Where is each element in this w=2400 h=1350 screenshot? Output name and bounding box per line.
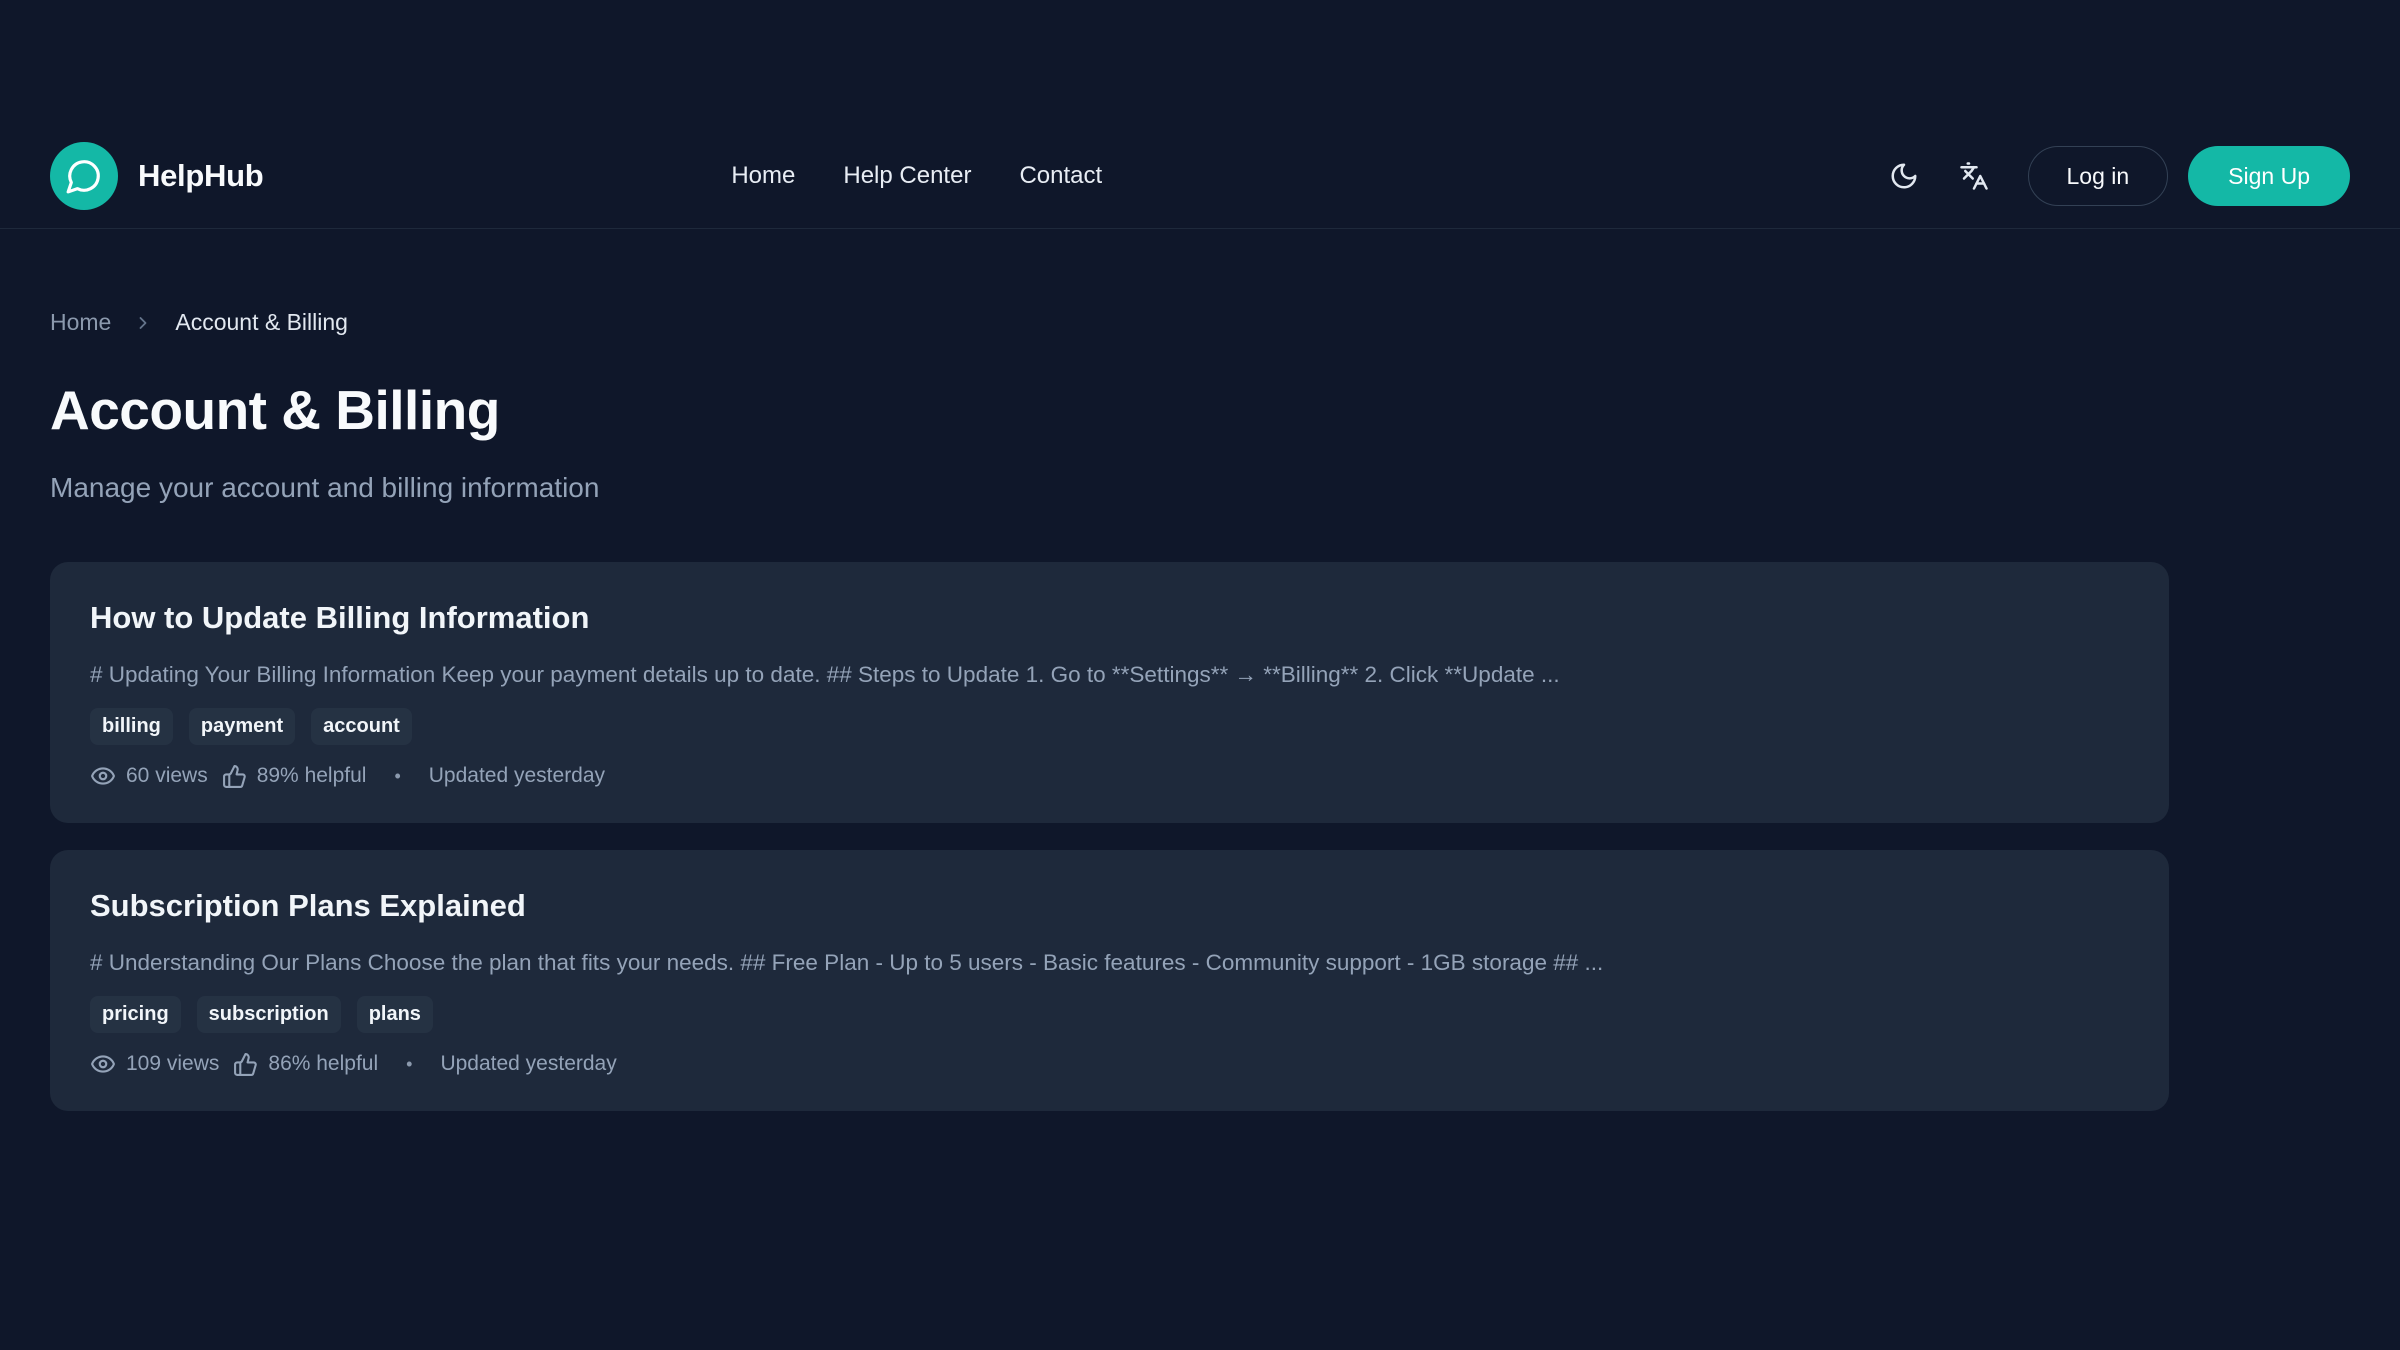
article-meta: 60 views 89% helpful • Updated yesterday [90,763,2129,789]
tag-chip[interactable]: subscription [197,996,341,1033]
header-actions: Log in Sign Up [1876,146,2351,206]
signup-button[interactable]: Sign Up [2188,146,2350,206]
views-stat: 109 views [90,1051,219,1077]
article-title[interactable]: How to Update Billing Information [90,600,2129,636]
brand-name: HelpHub [138,158,263,194]
updated-text: Updated yesterday [440,1052,616,1076]
language-switcher[interactable] [1946,148,2002,204]
tag-chip[interactable]: billing [90,708,173,745]
views-count: 60 views [126,764,208,788]
thumbs-up-icon [222,764,247,789]
nav-link-contact[interactable]: Contact [1019,162,1102,190]
views-stat: 60 views [90,763,208,789]
languages-icon [1959,161,1989,191]
tag-chip[interactable]: pricing [90,996,181,1033]
eye-icon [90,763,116,789]
main-content: Home Account & Billing Account & Billing… [50,309,2169,1111]
tag-chip[interactable]: payment [189,708,295,745]
primary-nav: Home Help Center Contact [731,162,1102,190]
helpful-percent: 89% helpful [257,764,367,788]
meta-separator: • [406,1054,412,1075]
header-row: HelpHub Home Help Center Contact [50,124,2350,228]
tag-chip[interactable]: account [311,708,412,745]
site-header: HelpHub Home Help Center Contact [0,0,2400,229]
article-title[interactable]: Subscription Plans Explained [90,888,2129,924]
article-tags: pricing subscription plans [90,996,2129,1033]
message-circle-icon [65,157,103,195]
thumbs-up-icon [233,1052,258,1077]
updated-text: Updated yesterday [429,764,605,788]
views-count: 109 views [126,1052,219,1076]
tag-chip[interactable]: plans [357,996,433,1033]
page-subtitle: Manage your account and billing informat… [50,472,2169,504]
helpful-percent: 86% helpful [268,1052,378,1076]
article-excerpt: # Updating Your Billing Information Keep… [90,662,2129,688]
meta-separator: • [394,766,400,787]
article-card[interactable]: Subscription Plans Explained # Understan… [50,850,2169,1111]
dark-mode-toggle[interactable] [1876,148,1932,204]
article-tags: billing payment account [90,708,2129,745]
brand-badge [50,142,118,210]
eye-icon [90,1051,116,1077]
login-button[interactable]: Log in [2028,146,2169,206]
chevron-right-icon [133,313,153,333]
page-title: Account & Billing [50,378,2169,442]
article-list: How to Update Billing Information # Upda… [50,562,2169,1111]
nav-link-help-center[interactable]: Help Center [843,162,971,190]
moon-icon [1889,161,1919,191]
nav-link-home[interactable]: Home [731,162,795,190]
helpful-stat: 89% helpful [222,764,367,789]
article-excerpt: # Understanding Our Plans Choose the pla… [90,950,2129,976]
breadcrumb-home-link[interactable]: Home [50,309,111,336]
article-card[interactable]: How to Update Billing Information # Upda… [50,562,2169,823]
breadcrumb-current: Account & Billing [175,309,348,336]
helpful-stat: 86% helpful [233,1052,378,1077]
brand-logo[interactable]: HelpHub [50,142,263,210]
article-meta: 109 views 86% helpful • Updated yesterda… [90,1051,2129,1077]
breadcrumb: Home Account & Billing [50,309,2169,336]
